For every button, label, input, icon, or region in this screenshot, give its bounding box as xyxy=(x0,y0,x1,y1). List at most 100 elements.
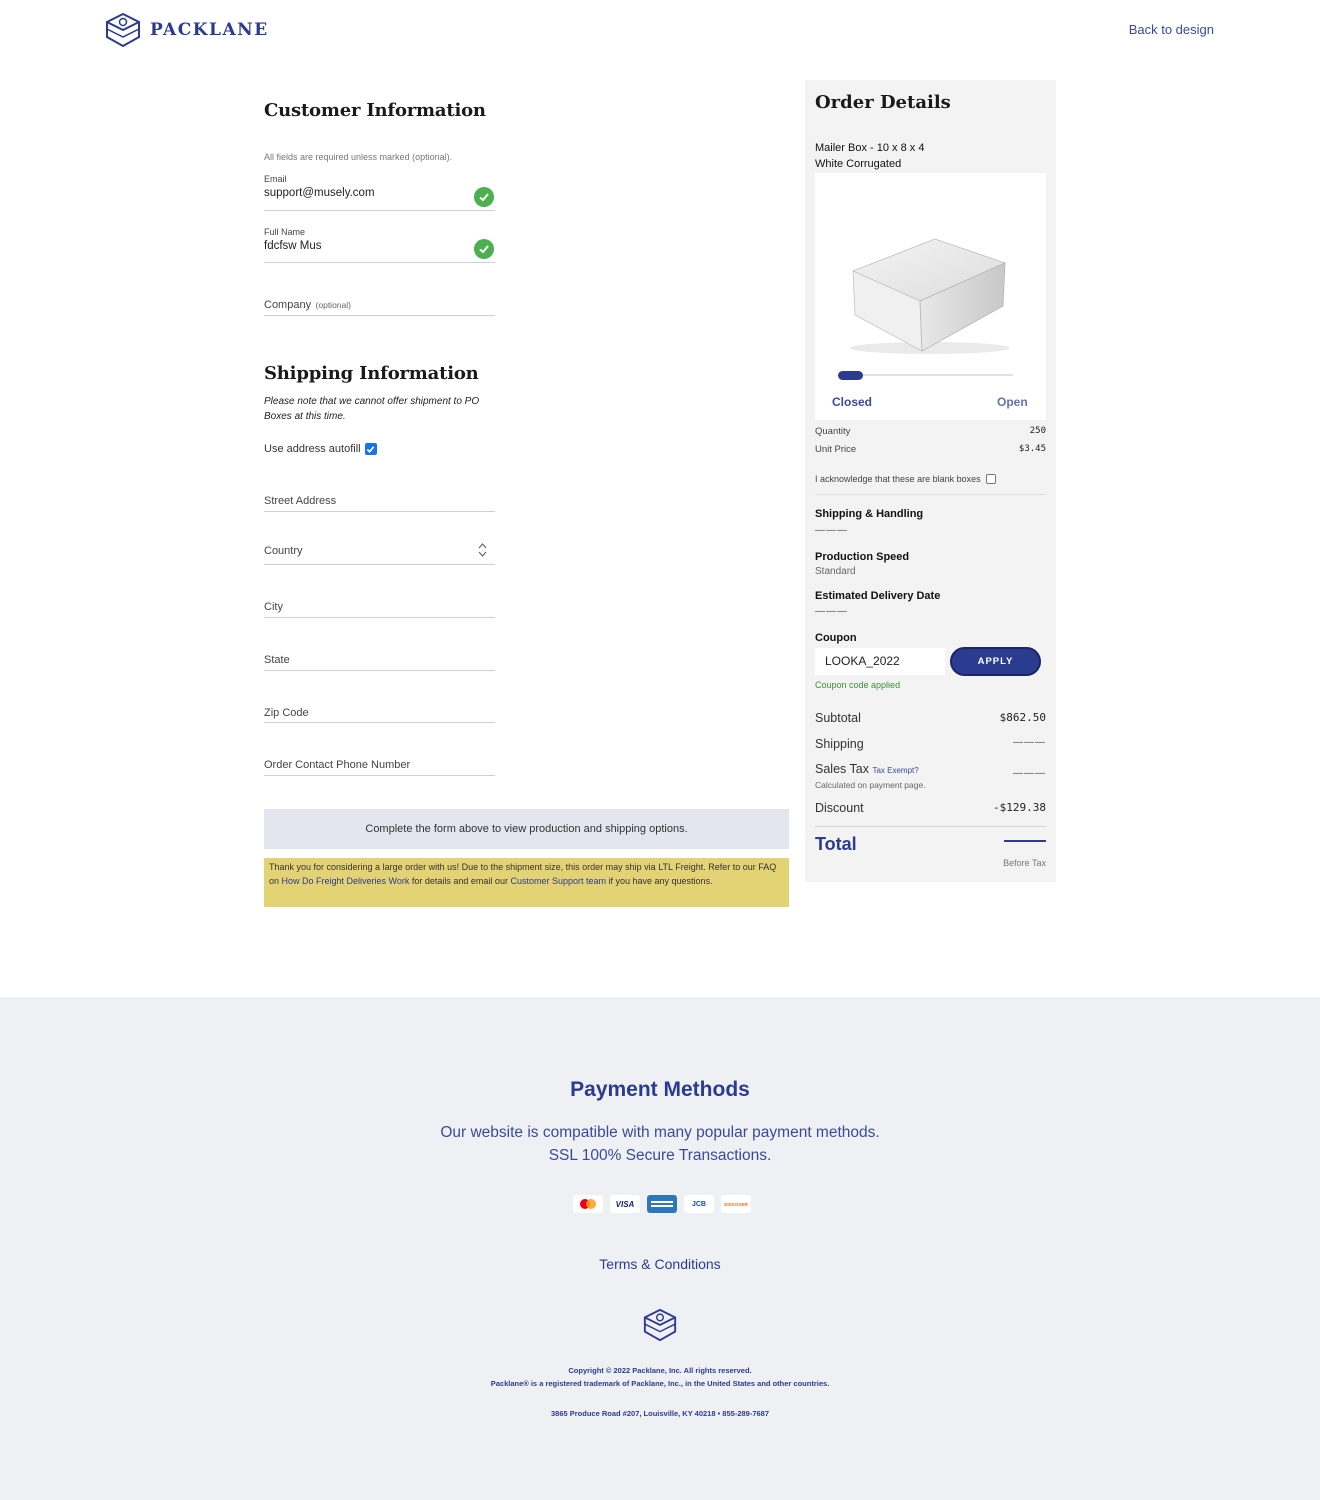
product-name: Mailer Box - 10 x 8 x 4 White Corrugated xyxy=(815,140,924,172)
required-note: All fields are required unless marked (o… xyxy=(264,152,453,162)
production-speed-label: Production Speed xyxy=(815,551,910,563)
open-close-slider-handle[interactable] xyxy=(838,371,863,380)
zip-code-field[interactable]: Zip Code xyxy=(264,703,495,723)
box-logo-icon xyxy=(643,1308,677,1342)
shipping-row: Shipping ——— xyxy=(815,737,1046,751)
zip-code-placeholder: Zip Code xyxy=(264,707,309,719)
street-address-field[interactable]: Street Address xyxy=(264,491,495,512)
mailer-box-image xyxy=(850,238,1010,354)
box-logo-icon xyxy=(106,12,140,48)
country-placeholder: Country xyxy=(264,545,303,557)
order-details-title: Order Details xyxy=(815,92,951,113)
quantity-value: 250 xyxy=(1029,426,1046,436)
product-dimensions: Mailer Box - 10 x 8 x 4 xyxy=(815,142,925,154)
discount-label: Discount xyxy=(815,801,864,815)
phone-placeholder: Order Contact Phone Number xyxy=(264,759,411,771)
before-tax-note: Before Tax xyxy=(1003,858,1046,868)
shipping-handling-label: Shipping & Handling xyxy=(815,508,924,520)
jcb-icon: JCB xyxy=(684,1195,714,1213)
payment-cards: VISA JCB DISCOVER xyxy=(573,1195,751,1213)
customer-support-link[interactable]: Customer Support team xyxy=(510,876,606,886)
address-autofill[interactable]: Use address autofill xyxy=(264,443,377,455)
production-speed-value: Standard xyxy=(815,566,856,577)
shipping-info-title: Shipping Information xyxy=(264,363,479,384)
state-field[interactable]: State xyxy=(264,650,495,671)
tax-calc-note: Calculated on payment page. xyxy=(815,780,926,790)
footer xyxy=(0,997,1320,1500)
discount-row: Discount -$129.38 xyxy=(815,801,1046,815)
sales-tax-label: Sales Tax xyxy=(815,762,869,776)
freight-text: if you have any questions. xyxy=(606,875,713,886)
quantity-label: Quantity xyxy=(815,426,851,437)
back-to-design-link[interactable]: Back to design xyxy=(1129,22,1214,37)
packlane-logo[interactable]: PACKLANE xyxy=(104,12,269,48)
payment-methods-desc: Our website is compatible with many popu… xyxy=(440,1124,880,1164)
ack-checkbox[interactable] xyxy=(985,474,996,484)
tax-exempt-link[interactable]: Tax Exempt? xyxy=(872,766,918,775)
delivery-date-value: ——— xyxy=(815,606,848,617)
copyright: Copyright © 2022 Packlane, Inc. All righ… xyxy=(568,1366,752,1375)
terms-conditions-link[interactable]: Terms & Conditions xyxy=(0,1256,1320,1272)
unit-price-row: Unit Price $3.45 xyxy=(815,444,1046,455)
slider-closed-label[interactable]: Closed xyxy=(832,395,872,409)
visa-icon: VISA xyxy=(610,1195,640,1213)
unit-price-label: Unit Price xyxy=(815,444,857,455)
select-chevron-icon xyxy=(478,543,487,557)
unit-price-value: $3.45 xyxy=(1018,444,1046,454)
coupon-applied-message: Coupon code applied xyxy=(815,680,901,690)
apply-coupon-button[interactable]: APPLY xyxy=(950,647,1041,676)
freight-faq-link[interactable]: How Do Freight Deliveries Work xyxy=(282,876,410,886)
trademark: Packlane® is a registered trademark of P… xyxy=(490,1379,830,1388)
valid-check-icon xyxy=(474,239,494,259)
fullname-label: Full Name xyxy=(264,227,306,237)
freight-notice: Thank you for considering a large order … xyxy=(264,858,789,907)
total-label: Total xyxy=(815,834,857,854)
subtotal-label: Subtotal xyxy=(815,711,861,725)
phone-field[interactable]: Order Contact Phone Number xyxy=(264,755,495,776)
city-field[interactable]: City xyxy=(264,597,495,618)
city-placeholder: City xyxy=(264,601,283,613)
coupon-input[interactable]: LOOKA_2022 xyxy=(815,648,945,675)
slider-open-label[interactable]: Open xyxy=(997,395,1028,409)
po-box-note: Please note that we cannot offer shipmen… xyxy=(264,396,480,422)
email-label: Email xyxy=(264,174,287,184)
mastercard-icon xyxy=(573,1195,603,1213)
blank-boxes-acknowledgement[interactable]: I acknowledge that these are blank boxes xyxy=(815,474,1046,495)
company-optional: (optional) xyxy=(315,300,351,310)
quantity-row: Quantity 250 xyxy=(815,426,1046,437)
total-divider xyxy=(815,826,1046,827)
sales-tax-row: Sales Tax Tax Exempt? ——— xyxy=(815,762,1046,779)
coupon-label: Coupon xyxy=(815,632,857,644)
valid-check-icon xyxy=(474,187,494,207)
open-close-slider-track[interactable] xyxy=(838,374,1013,376)
delivery-date-label: Estimated Delivery Date xyxy=(815,590,941,602)
brand-name: PACKLANE xyxy=(150,20,269,40)
complete-form-notice: Complete the form above to view producti… xyxy=(264,809,789,849)
subtotal-row: Subtotal $862.50 xyxy=(815,711,1046,725)
discover-icon: DISCOVER xyxy=(721,1195,751,1213)
product-image xyxy=(815,173,1046,420)
ack-label: I acknowledge that these are blank boxes xyxy=(815,474,981,484)
country-select[interactable]: Country xyxy=(264,541,495,565)
payment-methods-title: Payment Methods xyxy=(570,1078,750,1101)
customer-info-title: Customer Information xyxy=(264,100,486,121)
freight-text: for details and email our xyxy=(409,875,511,886)
fullname-value[interactable]: fdcfsw Mus xyxy=(264,240,495,252)
discount-value: -$129.38 xyxy=(993,801,1046,814)
sales-tax-value: ——— xyxy=(1013,768,1046,779)
fullname-field[interactable]: Full Name fdcfsw Mus xyxy=(264,227,495,263)
shipping-label: Shipping xyxy=(815,737,864,751)
street-address-placeholder: Street Address xyxy=(264,495,337,507)
footer-logo[interactable] xyxy=(642,1307,678,1348)
company-field[interactable]: Company (optional) xyxy=(264,295,495,316)
email-field[interactable]: Email support@musely.com xyxy=(264,174,495,211)
state-placeholder: State xyxy=(264,654,290,666)
autofill-checkbox[interactable] xyxy=(364,443,377,455)
shipping-value: ——— xyxy=(1013,737,1046,748)
company-label: Company xyxy=(264,299,312,311)
company-address: 3865 Produce Road #207, Louisville, KY 4… xyxy=(550,1409,770,1418)
product-material: White Corrugated xyxy=(815,158,902,170)
email-value[interactable]: support@musely.com xyxy=(264,187,495,199)
shipping-handling-value: ——— xyxy=(815,525,848,536)
subtotal-value: $862.50 xyxy=(999,711,1046,724)
